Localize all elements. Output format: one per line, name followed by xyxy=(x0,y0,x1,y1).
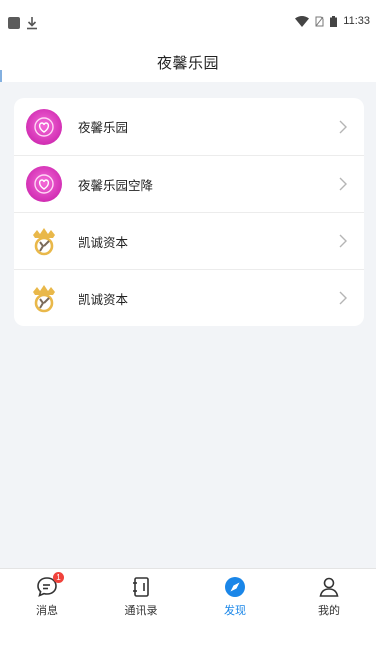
nav-bar: 夜馨乐园 xyxy=(0,44,376,80)
no-sim-icon xyxy=(315,16,324,26)
tab-label: 消息 xyxy=(36,604,58,617)
list-item[interactable]: 夜馨乐园空降 xyxy=(14,155,364,212)
tab-label: 我的 xyxy=(318,604,340,617)
list-item-label: 凯诚资本 xyxy=(78,234,129,250)
download-icon xyxy=(27,17,37,30)
list-item-label: 夜馨乐园 xyxy=(78,120,129,135)
wifi-icon xyxy=(295,15,310,27)
bottom-safe-area xyxy=(0,622,376,652)
person-icon xyxy=(317,575,341,599)
crown-logo-icon xyxy=(26,223,62,259)
chat-icon: 1 xyxy=(35,572,64,599)
list-item[interactable]: 凯诚资本 xyxy=(14,269,364,326)
tab-label: 通讯录 xyxy=(124,604,158,617)
discover-content: 夜馨乐园 夜馨乐园空降 凯诚资本 凯诚资本 xyxy=(0,82,376,568)
list-item-label: 凯诚资本 xyxy=(78,291,129,307)
status-time: 11:33 xyxy=(343,15,370,27)
unread-badge: 1 xyxy=(53,572,64,583)
bottom-tab-bar: 1 消息 通讯录 发现 我的 xyxy=(0,568,376,622)
tab-messages[interactable]: 1 消息 xyxy=(0,569,94,622)
contacts-book-icon xyxy=(129,575,153,599)
crown-logo-icon xyxy=(26,280,62,316)
tab-me[interactable]: 我的 xyxy=(282,569,376,622)
tab-discover[interactable]: 发现 xyxy=(188,569,282,622)
compass-icon xyxy=(223,575,247,599)
heart-logo-icon xyxy=(26,166,62,202)
chevron-right-icon xyxy=(339,177,347,191)
app-list-card: 夜馨乐园 夜馨乐园空降 凯诚资本 凯诚资本 xyxy=(14,98,364,326)
tab-contacts[interactable]: 通讯录 xyxy=(94,569,188,622)
chevron-right-icon xyxy=(339,291,347,305)
chevron-right-icon xyxy=(339,234,347,248)
status-bar: 11:33 xyxy=(0,0,376,48)
list-item[interactable]: 凯诚资本 xyxy=(14,212,364,269)
heart-logo-icon xyxy=(26,108,62,145)
page-title: 夜馨乐园 xyxy=(156,53,219,72)
tab-label: 发现 xyxy=(224,604,246,617)
list-item[interactable]: 夜馨乐园 xyxy=(14,98,364,155)
notification-app-icon xyxy=(8,17,20,29)
chevron-right-icon xyxy=(339,120,347,133)
list-item-label: 夜馨乐园空降 xyxy=(78,177,154,193)
battery-icon xyxy=(330,15,338,27)
